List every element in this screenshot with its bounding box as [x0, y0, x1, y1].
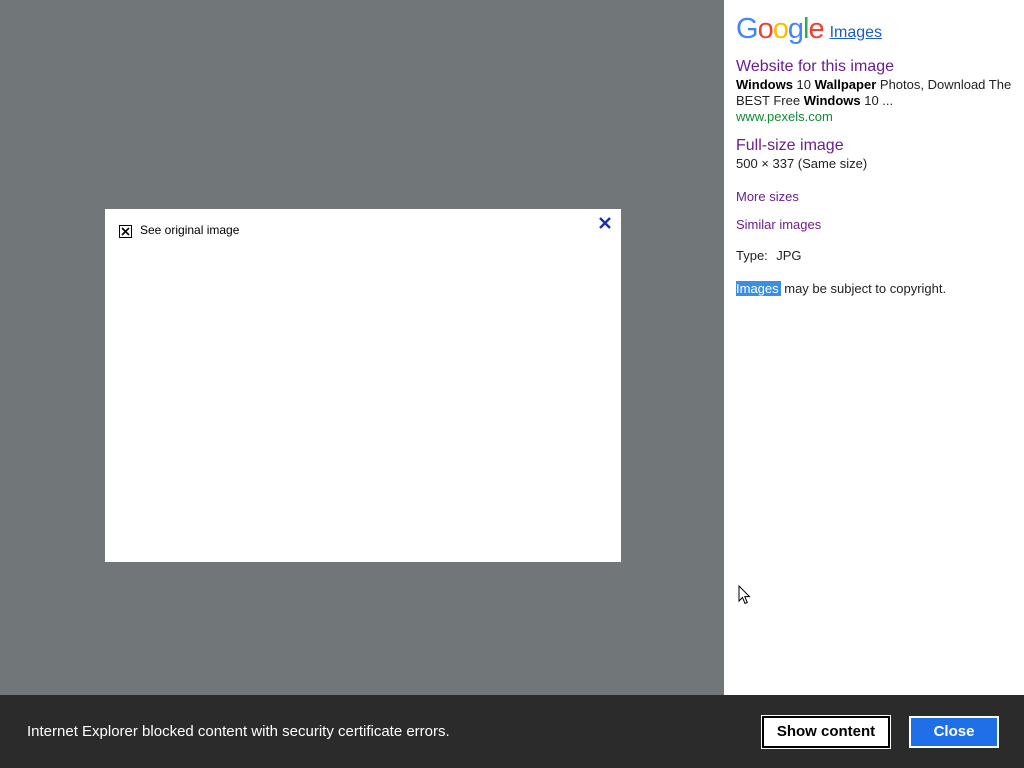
close-button[interactable]: Close — [909, 715, 999, 748]
full-size-image-link[interactable]: Full-size image — [736, 137, 1012, 155]
similar-images-section: Similar images — [736, 217, 1012, 232]
brand-header: Google Images — [736, 12, 1012, 44]
similar-images-link[interactable]: Similar images — [736, 217, 1012, 232]
type-label: Type: — [736, 248, 768, 263]
type-section: Type: JPG — [736, 247, 1012, 265]
images-link[interactable]: Images — [830, 24, 882, 44]
website-url: www.pexels.com — [736, 109, 833, 124]
broken-image-icon — [119, 224, 132, 238]
more-sizes-section: More sizes — [736, 189, 1012, 204]
mouse-pointer-icon — [738, 584, 752, 605]
see-original-image-link[interactable]: See original image — [119, 223, 240, 238]
copyright-highlighted-word: Images — [736, 281, 781, 296]
type-value: JPG — [776, 248, 802, 263]
copyright-text: may be subject to copyright. — [780, 281, 947, 296]
website-for-image-link[interactable]: Website for this image — [736, 58, 1012, 76]
website-snippet: Windows 10 Wallpaper Photos, Download Th… — [736, 77, 1012, 108]
close-preview-icon[interactable] — [597, 215, 613, 231]
notification-message: Internet Explorer blocked content with s… — [27, 723, 450, 740]
see-original-label: See original image — [140, 223, 240, 237]
notification-bar: Internet Explorer blocked content with s… — [0, 695, 1024, 768]
website-section: Website for this image Windows 10 Wallpa… — [736, 58, 1012, 125]
image-preview-box: See original image — [105, 209, 621, 562]
image-info-panel: Google Images Website for this image Win… — [724, 0, 1024, 695]
more-sizes-link[interactable]: More sizes — [736, 189, 1012, 204]
image-viewer-backdrop: See original image — [0, 0, 724, 695]
full-size-section: Full-size image 500 × 337 (Same size) — [736, 137, 1012, 172]
google-logo[interactable]: Google — [736, 14, 825, 44]
show-content-button[interactable]: Show content — [761, 714, 891, 749]
copyright-notice: Images may be subject to copyright. — [736, 280, 1012, 298]
image-dimensions: 500 × 337 (Same size) — [736, 156, 868, 171]
